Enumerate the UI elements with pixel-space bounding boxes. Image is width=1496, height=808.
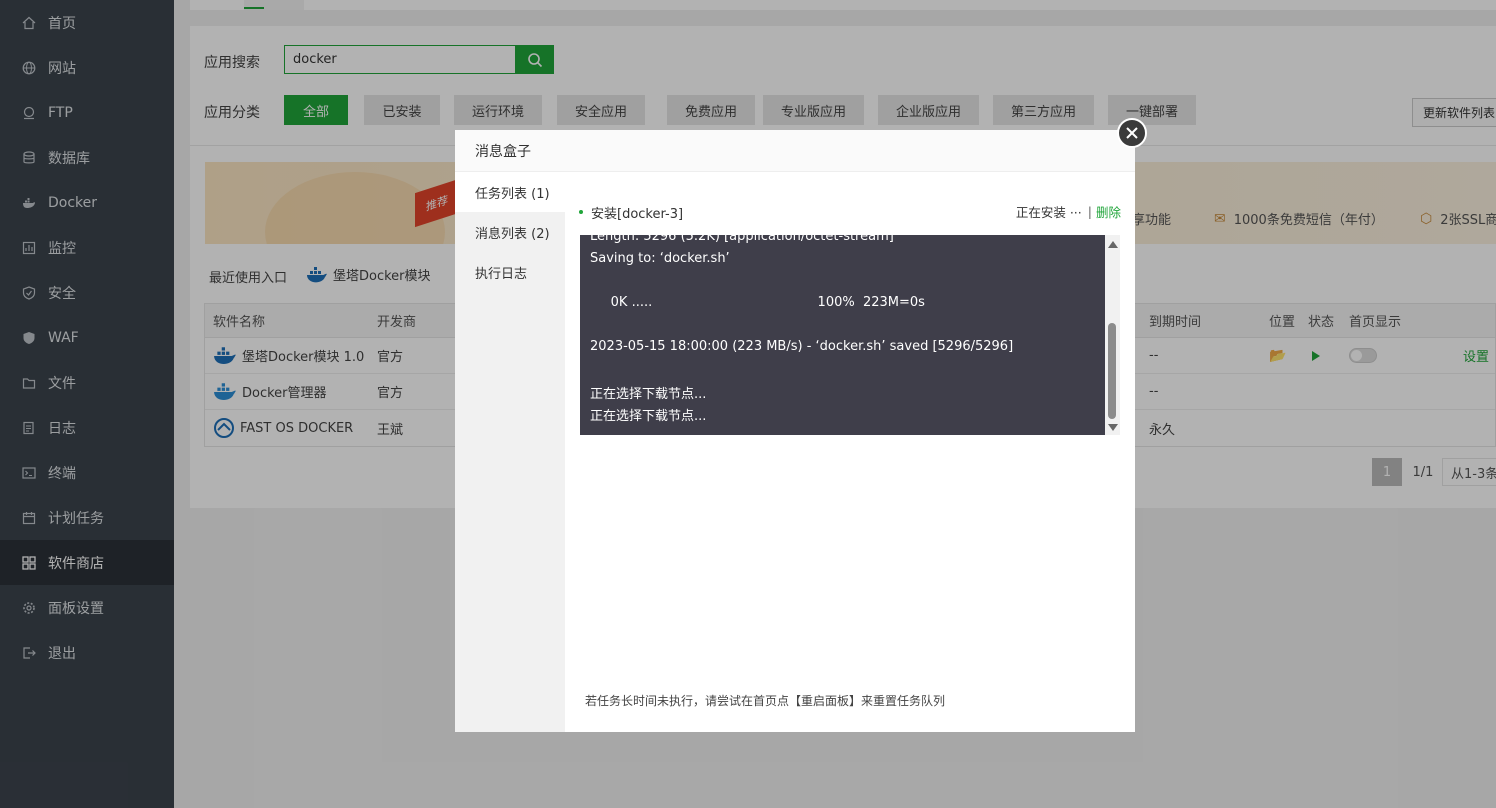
console-line: Length: 5296 (5.2K) [application/octet-s… [590, 235, 894, 244]
tab-task-list[interactable]: 任务列表 (1) [455, 172, 565, 212]
task-status: 正在安装 ··· | 删除 [1016, 202, 1121, 221]
console-line: 正在选择下载节点... [590, 409, 707, 424]
task-status-text: 正在安装 ··· [1015, 205, 1082, 220]
console-line: 2023-05-15 18:00:00 (223 MB/s) - ‘docker… [590, 339, 1014, 354]
close-icon [1126, 127, 1138, 139]
scrollbar-thumb[interactable] [1108, 323, 1116, 419]
task-item: 安装[docker-3] 正在安装 ··· | 删除 [579, 202, 1121, 222]
scroll-up-arrow-icon[interactable] [1108, 241, 1118, 248]
status-dot [579, 210, 583, 214]
scroll-down-arrow-icon[interactable] [1108, 424, 1118, 431]
task-queue-tip: 若任务长时间未执行，请尝试在首页点【重启面板】来重置任务队列 [585, 694, 946, 708]
console-line: 正在选择下载节点... [590, 387, 707, 402]
tab-message-list[interactable]: 消息列表 (2) [455, 212, 565, 252]
modal-side-tabs: 任务列表 (1) 消息列表 (2) 执行日志 [455, 172, 565, 732]
delete-task-link[interactable]: 删除 [1096, 202, 1121, 221]
task-separator: | [1087, 204, 1092, 219]
console-scrollbar[interactable] [1105, 235, 1120, 435]
modal-title: 消息盒子 [455, 130, 1135, 172]
install-log-console[interactable]: Length: 5296 (5.2K) [application/octet-s… [580, 235, 1105, 435]
modal-body: 安装[docker-3] 正在安装 ··· | 删除 Length: 5296 … [565, 172, 1135, 732]
tab-exec-log[interactable]: 执行日志 [455, 252, 565, 292]
message-box-modal: 消息盒子 任务列表 (1) 消息列表 (2) 执行日志 安装[docker-3]… [455, 118, 1147, 732]
task-name: 安装[docker-3] [591, 206, 684, 222]
console-line: Saving to: ‘docker.sh’ [590, 251, 730, 266]
close-button[interactable] [1117, 118, 1147, 148]
console-line: 0K ..... 100% 223M=0s [590, 295, 925, 310]
